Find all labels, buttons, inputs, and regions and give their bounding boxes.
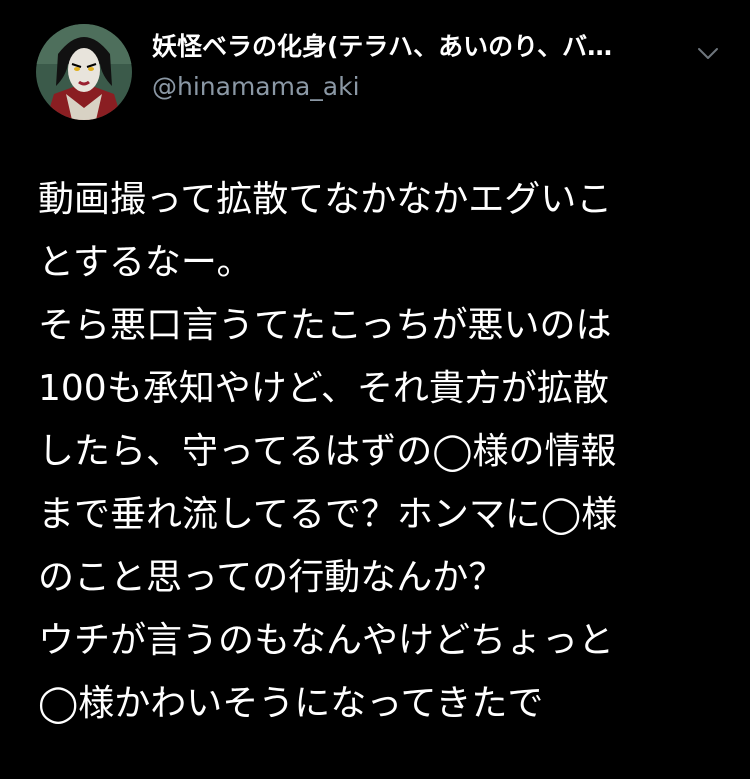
anime-character-avatar-icon <box>36 24 132 120</box>
author-handle[interactable]: @hinamama_aki <box>152 70 360 104</box>
tweet-card: 妖怪ベラの化身(テラハ、あいのり、バ… @hinamama_aki 動画撮って拡… <box>0 0 750 779</box>
author-avatar[interactable] <box>36 24 132 120</box>
tweet-text-line: 100も承知やけど、それ貴方が拡散 <box>38 368 609 409</box>
author-display-name[interactable]: 妖怪ベラの化身(テラハ、あいのり、バ… <box>152 28 682 66</box>
tweet-text-line: したら、守ってるはずの◯様の情報 <box>38 431 617 472</box>
tweet-text-line: ウチが言うのもなんやけどちょっと <box>38 620 615 661</box>
tweet-text-line: そら悪口言うてたこっちが悪いのは <box>38 305 612 346</box>
tweet-text-line: ◯様かわいそうになってきたで <box>38 683 544 724</box>
tweet-text: 動画撮って拡散てなかなかエグいこ とするなー。 そら悪口言うてたこっちが悪いのは… <box>38 168 728 735</box>
tweet-text-line: とするなー。 <box>38 242 253 283</box>
tweet-menu-button[interactable] <box>690 36 726 72</box>
tweet-text-line: のこと思っての行動なんか？ <box>38 557 505 598</box>
chevron-down-icon <box>698 48 718 59</box>
tweet-text-line: 動画撮って拡散てなかなかエグいこ <box>38 179 613 220</box>
tweet-text-line: まで垂れ流してるで？ホンマに◯様 <box>38 494 618 535</box>
